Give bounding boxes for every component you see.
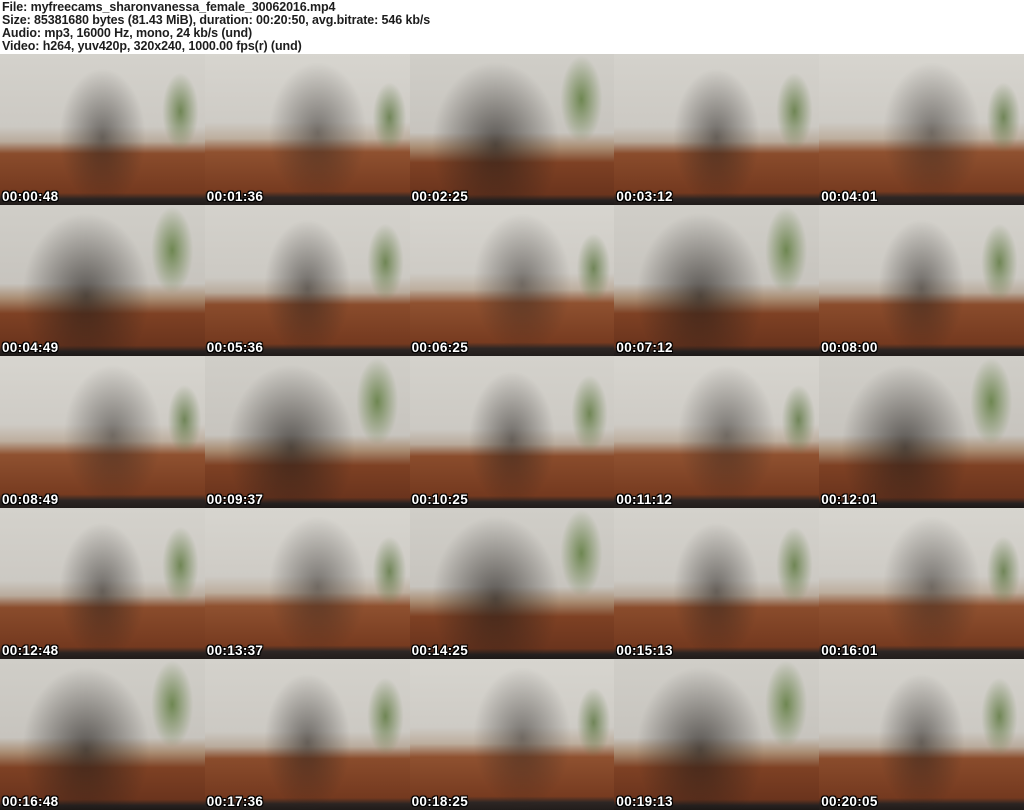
video-thumbnail: 00:12:48 [0, 507, 205, 659]
thumbnail-timestamp: 00:14:25 [411, 642, 469, 658]
video-thumbnail: 00:16:48 [0, 658, 205, 810]
thumbnail-timestamp: 00:05:36 [206, 340, 264, 356]
thumbnail-timestamp: 00:06:25 [411, 340, 469, 356]
thumbnail-timestamp: 00:04:01 [821, 189, 878, 205]
video-thumbnail: 00:09:37 [204, 356, 410, 508]
video-contact-sheet: File: myfreecams_sharonvanessa_female_30… [0, 0, 1024, 811]
video-thumbnail: 00:16:01 [819, 507, 1024, 659]
thumbnail-timestamp: 00:02:25 [411, 189, 469, 205]
video-thumbnail: 00:00:48 [0, 54, 205, 206]
thumbnail-timestamp: 00:11:12 [616, 491, 673, 507]
thumbnail-timestamp: 00:04:49 [2, 340, 59, 356]
video-thumbnail: 00:06:25 [409, 205, 615, 357]
thumbnail-timestamp: 00:03:12 [616, 189, 673, 205]
video-thumbnail: 00:14:25 [409, 507, 615, 659]
video-thumbnail: 00:19:13 [614, 658, 820, 810]
thumbnail-timestamp: 00:01:36 [206, 189, 264, 205]
thumbnail-timestamp: 00:12:01 [821, 491, 878, 507]
thumbnail-timestamp: 00:18:25 [411, 793, 469, 809]
thumbnail-timestamp: 00:08:49 [2, 491, 59, 507]
video-thumbnail: 00:20:05 [819, 658, 1024, 810]
video-thumbnail: 00:08:00 [819, 205, 1024, 357]
video-thumbnail: 00:18:25 [409, 658, 615, 810]
video-thumbnail: 00:04:49 [0, 205, 205, 357]
video-info-line: Video: h264, yuv420p, 320x240, 1000.00 f… [2, 39, 302, 53]
media-info-header: File: myfreecams_sharonvanessa_female_30… [0, 0, 1024, 54]
thumbnail-timestamp: 00:10:25 [411, 491, 469, 507]
thumbnail-timestamp: 00:12:48 [2, 642, 59, 658]
video-thumbnail: 00:11:12 [614, 356, 820, 508]
thumbnail-timestamp: 00:08:00 [821, 340, 878, 356]
thumbnail-timestamp: 00:07:12 [616, 340, 673, 356]
video-thumbnail: 00:08:49 [0, 356, 205, 508]
video-thumbnail: 00:05:36 [204, 205, 410, 357]
video-thumbnail: 00:13:37 [204, 507, 410, 659]
thumbnail-timestamp: 00:13:37 [206, 642, 264, 658]
thumbnail-timestamp: 00:16:01 [821, 642, 878, 658]
video-thumbnail: 00:01:36 [204, 54, 410, 206]
thumbnail-timestamp: 00:15:13 [616, 642, 673, 658]
video-thumbnail: 00:10:25 [409, 356, 615, 508]
video-thumbnail: 00:17:36 [204, 658, 410, 810]
thumbnail-timestamp: 00:17:36 [206, 793, 264, 809]
video-thumbnail: 00:15:13 [614, 507, 820, 659]
video-thumbnail: 00:02:25 [409, 54, 615, 206]
thumbnail-timestamp: 00:19:13 [616, 793, 673, 809]
thumbnail-timestamp: 00:09:37 [206, 491, 264, 507]
video-thumbnail: 00:04:01 [819, 54, 1024, 206]
video-thumbnail: 00:12:01 [819, 356, 1024, 508]
thumbnail-grid: 00:00:48 00:01:36 00:02:25 00:03:12 00:04:01… [0, 54, 1024, 810]
thumbnail-timestamp: 00:20:05 [821, 793, 878, 809]
video-thumbnail: 00:07:12 [614, 205, 820, 357]
thumbnail-timestamp: 00:16:48 [2, 793, 59, 809]
video-thumbnail: 00:03:12 [614, 54, 820, 206]
thumbnail-timestamp: 00:00:48 [2, 189, 59, 205]
